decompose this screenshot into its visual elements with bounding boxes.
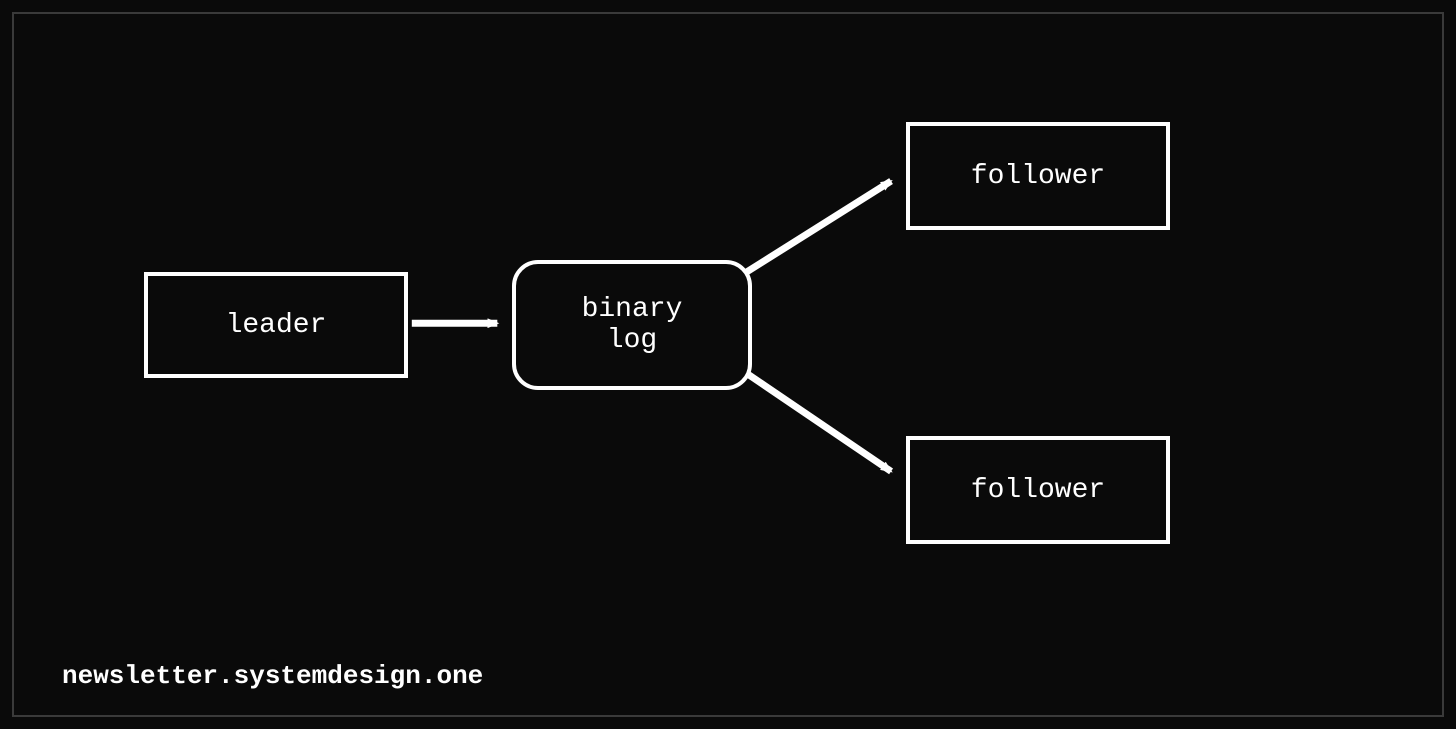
node-leader: leader bbox=[144, 272, 408, 378]
node-follower-bottom-label: follower bbox=[971, 475, 1105, 506]
node-follower-top: follower bbox=[906, 122, 1170, 230]
node-leader-label: leader bbox=[226, 310, 327, 341]
node-binlog-label: binary log bbox=[582, 294, 683, 356]
diagram-canvas: leader binary log follower follower news… bbox=[12, 12, 1444, 717]
watermark-text: newsletter.systemdesign.one bbox=[62, 661, 483, 691]
edge-binlog-follower-top bbox=[730, 181, 891, 282]
node-follower-top-label: follower bbox=[971, 161, 1105, 192]
node-binlog: binary log bbox=[512, 260, 752, 390]
node-follower-bottom: follower bbox=[906, 436, 1170, 544]
edge-binlog-follower-bottom bbox=[730, 362, 891, 471]
